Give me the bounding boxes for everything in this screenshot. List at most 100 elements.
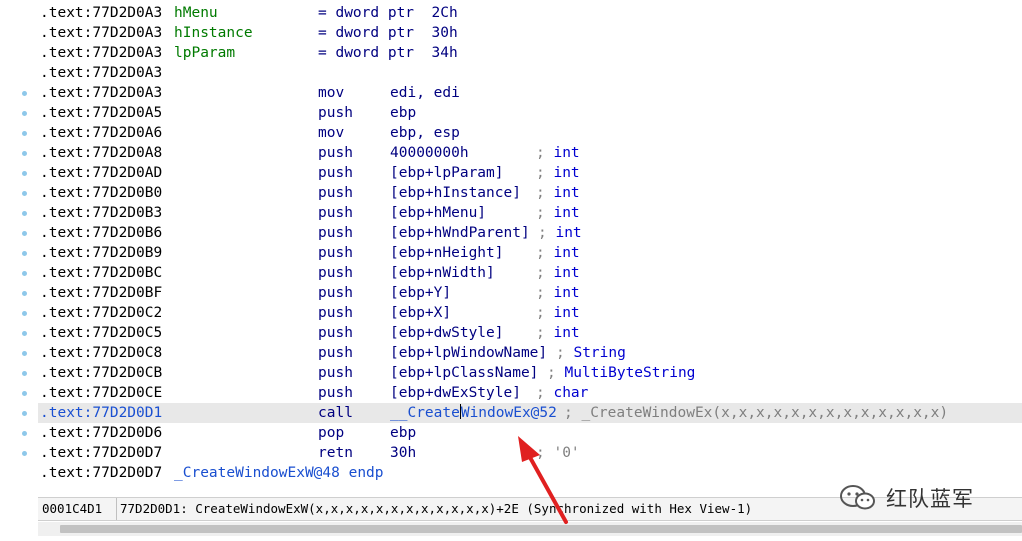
row-label: hInstance: [174, 25, 253, 41]
row-address: .text:77D2D0A3: [40, 5, 163, 21]
row-address: .text:77D2D0A3: [40, 85, 163, 101]
row-address: .text:77D2D0B0: [40, 185, 163, 201]
comment-prefix: ;: [536, 165, 554, 181]
row-address: .text:77D2D0A3: [40, 25, 163, 41]
row-comment: ; int: [536, 283, 580, 303]
listing-row[interactable]: .text:77D2D0C5 push [ebp+dwStyle]; int: [38, 323, 1022, 343]
listing-row[interactable]: .text:77D2D0A5 push ebp: [38, 103, 1022, 123]
row-operand: [ebp+lpWindowName]: [390, 345, 548, 361]
row-comment: ; int: [536, 323, 580, 343]
row-address: .text:77D2D0C8: [40, 345, 163, 361]
comment-prefix: ;: [536, 305, 554, 321]
row-address: .text:77D2D0D6: [40, 425, 163, 441]
comment-type: String: [573, 345, 626, 361]
row-operand: ebp: [390, 425, 417, 441]
wechat-icon: [840, 485, 875, 510]
comment-prefix: ;: [547, 365, 565, 381]
listing-row[interactable]: .text:77D2D0A3 hMenu = dword ptr 2Ch: [38, 3, 1022, 23]
row-comment: ; int: [536, 183, 580, 203]
row-operand: 30h: [390, 445, 417, 461]
row-operand: edi, edi: [390, 85, 460, 101]
listing-row[interactable]: .text:77D2D0CB push [ebp+lpClassName]; Mul…: [38, 363, 1022, 383]
comment-type: int: [553, 245, 580, 261]
comment-prefix: ;: [538, 225, 556, 241]
listing-row[interactable]: .text:77D2D0C8 push [ebp+lpWindowName]; St…: [38, 343, 1022, 363]
listing-row[interactable]: .text:77D2D0D1 call __CreateWindowEx@52 ; _…: [38, 403, 1022, 423]
comment-prefix: ;: [536, 285, 554, 301]
listing-row[interactable]: .text:77D2D0B9 push [ebp+nHeight]; int: [38, 243, 1022, 263]
row-comment: ; int: [536, 203, 580, 223]
row-address: .text:77D2D0B9: [40, 245, 163, 261]
comment-type: int: [553, 165, 580, 181]
row-comment: ; int: [536, 163, 580, 183]
row-operand: [ebp+hMenu]: [390, 205, 487, 221]
listing-row[interactable]: .text:77D2D0CE push [ebp+dwExStyle] ; char: [38, 383, 1022, 403]
comment-prefix: ;: [536, 245, 554, 261]
row-operand: [ebp+Y]: [390, 285, 452, 301]
row-operand: [ebp+lpClassName]: [390, 365, 539, 381]
row-address: .text:77D2D0C5: [40, 325, 163, 341]
listing-row[interactable]: .text:77D2D0A3 mov edi, edi: [38, 83, 1022, 103]
row-mnemonic: call: [318, 405, 353, 421]
listing-row[interactable]: .text:77D2D0D6 pop ebp: [38, 423, 1022, 443]
row-address: .text:77D2D0CE: [40, 385, 163, 401]
row-address: .text:77D2D0D7: [40, 465, 163, 481]
comment-type: int: [553, 285, 580, 301]
row-label: hMenu: [174, 5, 218, 21]
row-address: .text:77D2D0A8: [40, 145, 163, 161]
listing-row[interactable]: .text:77D2D0BC push [ebp+nWidth]; int: [38, 263, 1022, 283]
row-comment: ; int: [536, 243, 580, 263]
listing-row[interactable]: .text:77D2D0A3: [38, 63, 1022, 83]
row-operand: [ebp+nHeight]: [390, 245, 504, 261]
row-mnemonic: push: [318, 225, 353, 241]
row-address: .text:77D2D0A6: [40, 125, 163, 141]
row-address: .text:77D2D0BC: [40, 265, 163, 281]
row-mnemonic: mov: [318, 125, 345, 141]
comment-prefix: ;: [536, 145, 554, 161]
row-mnemonic: push: [318, 105, 353, 121]
status-location: 77D2D0D1: CreateWindowExW(x,x,x,x,x,x,x,…: [120, 501, 753, 516]
row-operand: [ebp+dwExStyle]: [390, 385, 521, 401]
row-comment: ; char: [536, 383, 588, 403]
listing-row[interactable]: .text:77D2D0D7 retn 30h ; '0': [38, 443, 1022, 463]
row-mnemonic: mov: [318, 85, 345, 101]
row-address: .text:77D2D0A3: [40, 45, 163, 61]
row-mnemonic: retn: [318, 445, 353, 461]
comment-type: int: [553, 205, 580, 221]
row-operand: ebp, esp: [390, 125, 460, 141]
listing-row[interactable]: .text:77D2D0BF push [ebp+Y]; int: [38, 283, 1022, 303]
horizontal-scrollbar[interactable]: [38, 522, 1022, 536]
comment-type: int: [553, 305, 580, 321]
comment-type: int: [553, 185, 580, 201]
listing-row[interactable]: .text:77D2D0A8 push 40000000h; int: [38, 143, 1022, 163]
disassembly-listing[interactable]: .text:77D2D0A3 hMenu = dword ptr 2Ch .text:…: [0, 0, 1022, 494]
row-address: .text:77D2D0D1: [40, 405, 163, 421]
scrollbar-thumb[interactable]: [60, 525, 1022, 533]
listing-row[interactable]: .text:77D2D0B6 push [ebp+hWndParent]; int: [38, 223, 1022, 243]
row-operand: [ebp+lpParam]: [390, 165, 504, 181]
call-target-link[interactable]: __CreateWindowEx@52: [390, 403, 557, 423]
listing-row[interactable]: .text:77D2D0A6 mov ebp, esp: [38, 123, 1022, 143]
row-operand: 40000000h: [390, 145, 469, 161]
row-comment: ; int: [536, 263, 580, 283]
listing-row[interactable]: .text:77D2D0A3 hInstance = dword ptr 30h: [38, 23, 1022, 43]
row-operand: [ebp+hWndParent]: [390, 225, 530, 241]
listing-row[interactable]: .text:77D2D0A3 lpParam = dword ptr 34h: [38, 43, 1022, 63]
comment-type: MultiByteString: [564, 365, 696, 381]
comment-type: char: [553, 385, 589, 401]
row-mnemonic: push: [318, 285, 353, 301]
listing-row[interactable]: .text:77D2D0B0 push [ebp+hInstance]; int: [38, 183, 1022, 203]
row-address: .text:77D2D0CB: [40, 365, 163, 381]
listing-row[interactable]: .text:77D2D0AD push [ebp+lpParam]; int: [38, 163, 1022, 183]
row-address: .text:77D2D0B6: [40, 225, 163, 241]
row-mnemonic: push: [318, 365, 353, 381]
row-mnemonic: push: [318, 385, 353, 401]
row-mnemonic: push: [318, 145, 353, 161]
row-mnemonic: push: [318, 305, 353, 321]
row-mnemonic: push: [318, 245, 353, 261]
listing-row[interactable]: .text:77D2D0B3 push [ebp+hMenu]; int: [38, 203, 1022, 223]
watermark: 红队蓝军: [838, 480, 1018, 516]
row-mnemonic: = dword ptr 30h: [318, 25, 458, 41]
row-mnemonic: push: [318, 265, 353, 281]
listing-row[interactable]: .text:77D2D0C2 push [ebp+X]; int: [38, 303, 1022, 323]
